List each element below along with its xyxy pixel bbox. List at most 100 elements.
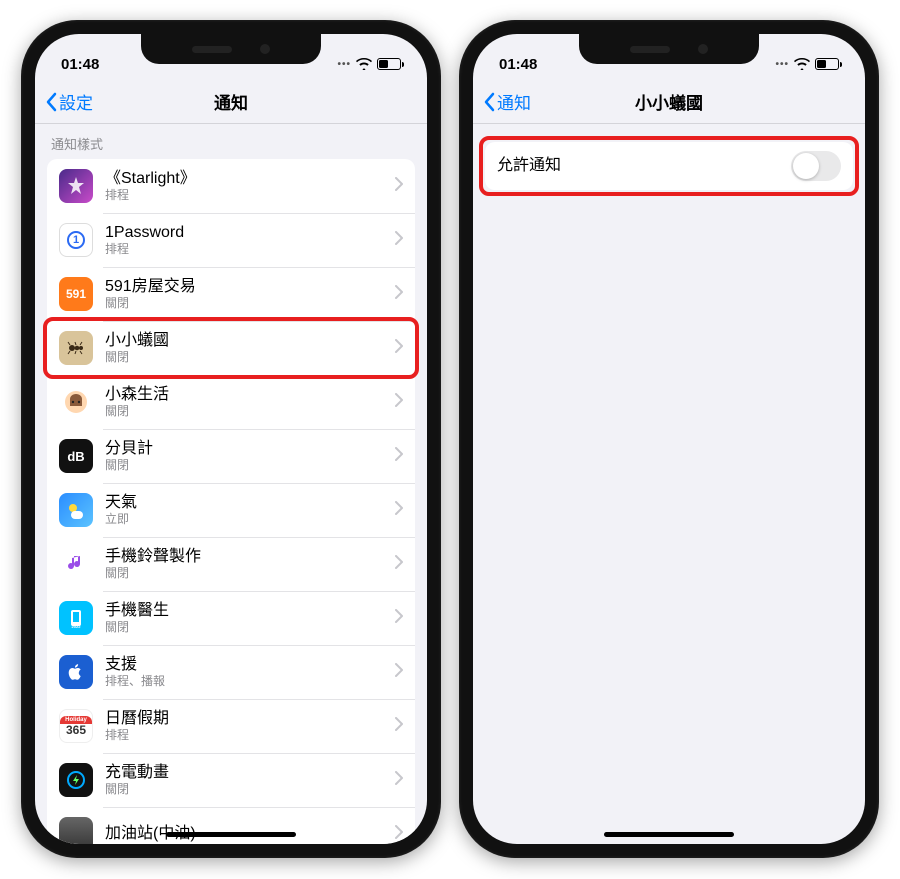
wifi-icon	[356, 58, 372, 70]
app-status: 排程	[105, 242, 395, 256]
section-header: 通知樣式	[35, 124, 427, 159]
status-time: 01:48	[61, 56, 99, 73]
screen-right: 01:48 ••• 通知 小小蟻國 允許通知	[473, 34, 865, 844]
back-label: 設定	[59, 89, 93, 114]
chevron-right-icon	[395, 285, 403, 304]
app-row[interactable]: 充電動畫關閉	[47, 753, 415, 807]
chevron-right-icon	[395, 339, 403, 358]
allow-notifications-row[interactable]: 允許通知	[485, 142, 853, 190]
app-icon-phone-doctor: 2022	[59, 601, 93, 635]
row-text: 《Starlight》排程	[105, 169, 395, 203]
status-dots: •••	[337, 59, 351, 70]
status-dots: •••	[775, 59, 789, 70]
app-status: 立即	[105, 512, 395, 526]
app-status: 排程	[105, 188, 395, 202]
notch	[141, 34, 321, 64]
notch	[579, 34, 759, 64]
app-icon-ant-kingdom	[59, 331, 93, 365]
app-status: 排程	[105, 728, 395, 742]
chevron-right-icon	[395, 717, 403, 736]
row-text: 591房屋交易關閉	[105, 277, 395, 311]
row-text: 手機鈴聲製作關閉	[105, 547, 395, 581]
app-status: 關閉	[105, 620, 395, 634]
app-name: 支援	[105, 655, 395, 674]
row-text: 天氣立即	[105, 493, 395, 527]
app-name: 分貝計	[105, 439, 395, 458]
chevron-right-icon	[395, 771, 403, 790]
app-name: 1Password	[105, 223, 395, 242]
app-row[interactable]: 591 591房屋交易關閉	[47, 267, 415, 321]
app-name: 天氣	[105, 493, 395, 512]
app-icon-591: 591	[59, 277, 93, 311]
status-icons: •••	[337, 58, 401, 70]
app-icon-support	[59, 655, 93, 689]
app-row[interactable]: 《Starlight》排程	[47, 159, 415, 213]
app-row[interactable]: 天氣立即	[47, 483, 415, 537]
app-row[interactable]: 1 1Password排程	[47, 213, 415, 267]
allow-label: 允許通知	[497, 156, 791, 175]
page-title: 通知	[35, 89, 427, 114]
row-text: 小小蟻國關閉	[105, 331, 395, 365]
back-button[interactable]: 設定	[35, 89, 93, 114]
app-row[interactable]: 支援排程、播報	[47, 645, 415, 699]
app-icon-calendar: Holiday365	[59, 709, 93, 743]
chevron-right-icon	[395, 231, 403, 250]
row-text: 支援排程、播報	[105, 655, 395, 689]
app-status: 關閉	[105, 566, 395, 580]
phone-right: 01:48 ••• 通知 小小蟻國 允許通知	[459, 20, 879, 858]
app-status: 關閉	[105, 458, 395, 472]
allow-toggle[interactable]	[791, 151, 841, 181]
app-row[interactable]: dB 分貝計關閉	[47, 429, 415, 483]
chevron-left-icon	[483, 92, 495, 112]
app-name: 手機醫生	[105, 601, 395, 620]
app-icon-starlight	[59, 169, 93, 203]
app-row[interactable]: 小小蟻國關閉	[47, 321, 415, 375]
chevron-right-icon	[395, 663, 403, 682]
chevron-right-icon	[395, 609, 403, 628]
home-indicator[interactable]	[166, 832, 296, 837]
app-status: 關閉	[105, 296, 395, 310]
row-text: 充電動畫關閉	[105, 763, 395, 797]
app-icon-db-meter: dB	[59, 439, 93, 473]
app-icon-gas	[59, 817, 93, 844]
app-icon-ringtone	[59, 547, 93, 581]
app-name: 充電動畫	[105, 763, 395, 782]
app-list[interactable]: 《Starlight》排程11Password排程591591房屋交易關閉小小蟻…	[47, 159, 415, 844]
app-icon-weather	[59, 493, 93, 527]
app-name: 《Starlight》	[105, 169, 395, 188]
wifi-icon	[794, 58, 810, 70]
app-row[interactable]: Holiday365日曆假期排程	[47, 699, 415, 753]
app-row[interactable]: 小森生活關閉	[47, 375, 415, 429]
app-name: 591房屋交易	[105, 277, 395, 296]
app-icon-forest	[59, 385, 93, 419]
chevron-right-icon	[395, 447, 403, 466]
chevron-right-icon	[395, 555, 403, 574]
app-icon-charge	[59, 763, 93, 797]
chevron-left-icon	[45, 92, 57, 112]
app-status: 排程、播報	[105, 674, 395, 688]
app-row[interactable]: 手機鈴聲製作關閉	[47, 537, 415, 591]
row-text: 分貝計關閉	[105, 439, 395, 473]
home-indicator[interactable]	[604, 832, 734, 837]
back-button[interactable]: 通知	[473, 89, 531, 114]
chevron-right-icon	[395, 501, 403, 520]
settings-list: 允許通知	[485, 142, 853, 190]
app-row[interactable]: 2022 手機醫生關閉	[47, 591, 415, 645]
app-row[interactable]: 加油站(中油)	[47, 807, 415, 844]
nav-bar: 設定 通知	[35, 80, 427, 124]
app-name: 手機鈴聲製作	[105, 547, 395, 566]
chevron-right-icon	[395, 393, 403, 412]
screen-left: 01:48 ••• 設定 通知 通知樣式 《Starlight》排程11Pass…	[35, 34, 427, 844]
chevron-right-icon	[395, 177, 403, 196]
page-title: 小小蟻國	[473, 89, 865, 114]
back-label: 通知	[497, 89, 531, 114]
app-status: 關閉	[105, 350, 395, 364]
row-text: 手機醫生關閉	[105, 601, 395, 635]
nav-bar: 通知 小小蟻國	[473, 80, 865, 124]
phone-left: 01:48 ••• 設定 通知 通知樣式 《Starlight》排程11Pass…	[21, 20, 441, 858]
battery-icon	[815, 58, 839, 70]
app-icon-1password: 1	[59, 223, 93, 257]
chevron-right-icon	[395, 825, 403, 844]
app-status: 關閉	[105, 782, 395, 796]
app-name: 小森生活	[105, 385, 395, 404]
